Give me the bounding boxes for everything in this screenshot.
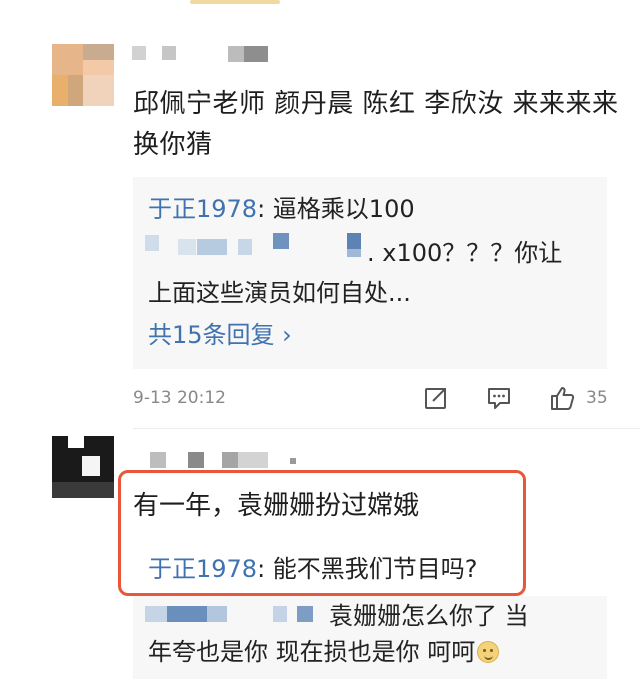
- reply-row[interactable]: . x100？？？你让: [367, 235, 562, 271]
- reply-username[interactable]: 于正1978: [148, 195, 257, 223]
- top-decoration: [190, 0, 280, 4]
- reply-separator: :: [257, 195, 266, 223]
- share-icon[interactable]: [423, 385, 449, 411]
- comment-timestamp: 9-13 20:12: [133, 388, 226, 408]
- reply-text: 上面这些演员如何自处...: [148, 279, 411, 307]
- reply-row[interactable]: 上面这些演员如何自处...: [148, 275, 411, 311]
- reply-row[interactable]: 袁姗姗怎么你了 当: [329, 598, 529, 634]
- avatar[interactable]: [52, 436, 114, 498]
- reply-row[interactable]: 于正1978: 逼格乘以100: [148, 191, 415, 227]
- smile-emoji-icon: [477, 641, 500, 663]
- reply-text: 袁姗姗怎么你了 当: [329, 602, 529, 630]
- reply-text: 能不黑我们节目吗?: [265, 555, 478, 583]
- divider: [133, 428, 640, 429]
- reply-row[interactable]: 年夸也是你 现在损也是你 呵呵: [148, 634, 500, 670]
- comment-icon[interactable]: [486, 385, 512, 411]
- reply-separator: :: [257, 555, 266, 583]
- comment-text: 有一年，袁姗姗扮过嫦娥: [133, 491, 420, 521]
- reply-box[interactable]: 于正1978: 逼格乘以100 . x100？？？你让 上面这些演员如何自处..…: [133, 177, 607, 369]
- reply-box[interactable]: 袁姗姗怎么你了 当 年夸也是你 现在损也是你 呵呵: [133, 596, 607, 679]
- avatar[interactable]: [52, 44, 114, 106]
- reply-text: 逼格乘以100: [265, 195, 415, 223]
- reply-username[interactable]: 于正1978: [148, 555, 257, 583]
- reply-text: 年夸也是你 现在损也是你 呵呵: [148, 638, 476, 666]
- reply-text: . x100？？？你让: [367, 239, 563, 267]
- like-icon[interactable]: [549, 385, 575, 411]
- comment-text: 邱佩宁老师 颜丹晨 陈红 李欣汝 来来来来换你猜: [133, 89, 619, 160]
- like-count: 35: [586, 388, 608, 408]
- more-replies-link[interactable]: 共15条回复 ›: [148, 317, 292, 353]
- reply-row[interactable]: 于正1978: 能不黑我们节目吗?: [148, 551, 478, 587]
